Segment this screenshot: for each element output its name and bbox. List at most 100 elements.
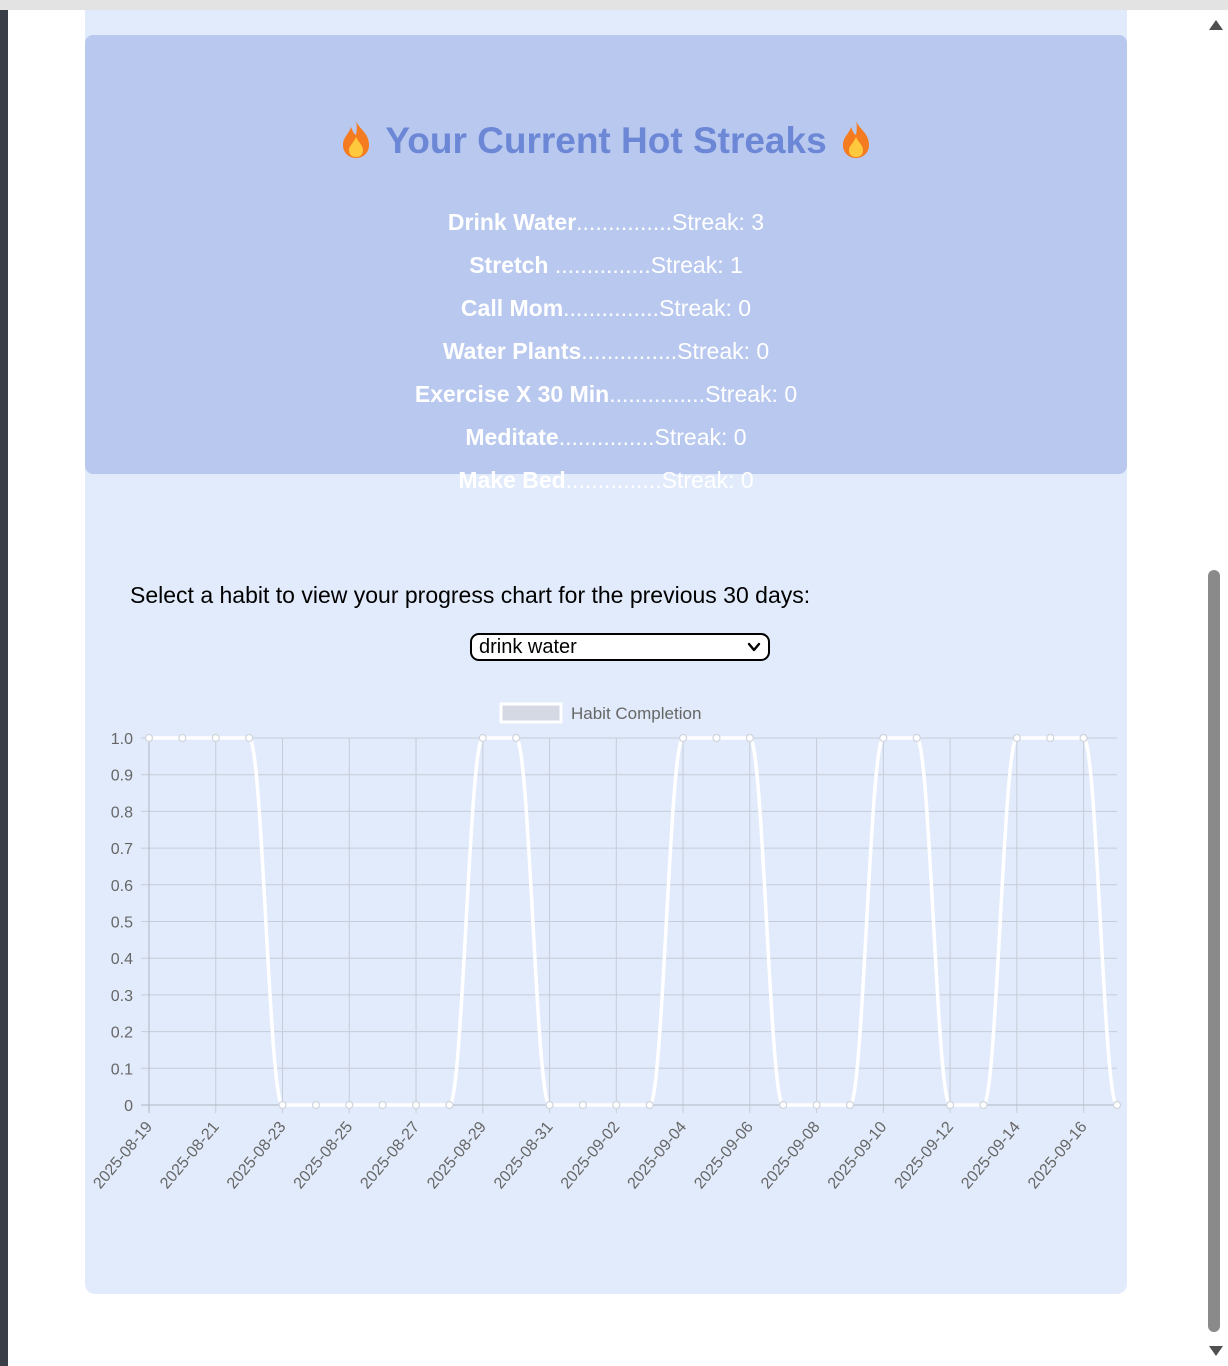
data-point — [478, 733, 487, 743]
y-tick-label: 0.2 — [111, 1025, 133, 1042]
streak-list: Drink Water...............Streak: 3 Stre… — [85, 205, 1127, 506]
data-point — [1046, 733, 1055, 743]
streak-row: Call Mom...............Streak: 0 — [85, 291, 1127, 334]
x-tick-label: 2025-08-23 — [224, 1119, 290, 1193]
y-tick-label: 0.4 — [111, 951, 133, 968]
x-tick-label: 2025-09-16 — [1025, 1119, 1091, 1193]
fire-icon — [842, 121, 869, 158]
dot-leader: ............... — [609, 381, 706, 407]
habit-select-value: drink water — [479, 636, 577, 658]
streak-row: Drink Water...............Streak: 3 — [85, 205, 1127, 248]
legend-label: Habit Completion — [571, 704, 701, 723]
data-point — [445, 1100, 454, 1110]
habit-name: Water Plants — [442, 338, 582, 364]
legend-swatch — [499, 702, 563, 724]
y-tick-label: 0.6 — [111, 878, 133, 895]
data-point — [211, 733, 220, 743]
data-point — [1079, 733, 1088, 743]
habit-name: Exercise X 30 Min — [414, 381, 610, 407]
data-point — [946, 1100, 955, 1110]
streak-row: Stretch ...............Streak: 1 — [85, 248, 1127, 291]
streak-row: Water Plants...............Streak: 0 — [85, 334, 1127, 377]
streak-count: Streak: 3 — [672, 209, 765, 235]
scroll-down-arrow-icon[interactable] — [1209, 1346, 1223, 1356]
data-point — [979, 1100, 988, 1110]
background-window-edge — [0, 10, 8, 1366]
data-point — [712, 733, 721, 743]
fire-icon — [343, 121, 370, 158]
dot-leader: ............... — [563, 295, 660, 321]
y-tick-label: 0.7 — [111, 841, 133, 858]
hot-streaks-title: Your Current Hot Streaks — [385, 120, 827, 161]
x-tick-label: 2025-09-12 — [892, 1119, 958, 1193]
data-point — [779, 1100, 788, 1110]
data-point — [311, 1100, 320, 1110]
dot-leader: ............... — [554, 252, 651, 278]
streak-row: Exercise X 30 Min...............Streak: … — [85, 377, 1127, 420]
data-point — [144, 733, 154, 743]
streak-count: Streak: 0 — [705, 381, 798, 407]
scrollbar-thumb[interactable] — [1208, 570, 1220, 1332]
x-tick-label: 2025-09-04 — [625, 1119, 691, 1193]
y-tick-label: 0.3 — [111, 988, 133, 1005]
habit-name: Drink Water — [447, 209, 577, 235]
habit-name: Make Bed — [458, 467, 566, 493]
hot-streaks-heading: Your Current Hot Streaks — [85, 117, 1127, 165]
dot-leader: ............... — [581, 338, 678, 364]
x-tick-label: 2025-09-10 — [825, 1119, 891, 1193]
data-point — [745, 733, 754, 743]
dot-leader: ............... — [576, 209, 673, 235]
x-tick-label: 2025-09-06 — [691, 1119, 757, 1193]
browser-top-edge — [0, 0, 1228, 10]
y-tick-label: 0.8 — [111, 804, 133, 821]
x-tick-label: 2025-08-19 — [90, 1119, 156, 1193]
streak-count: Streak: 0 — [654, 424, 747, 450]
data-point — [678, 733, 688, 743]
y-tick-label: 1.0 — [111, 731, 133, 748]
x-tick-label: 2025-08-21 — [157, 1119, 223, 1193]
data-point — [245, 733, 254, 743]
x-tick-label: 2025-09-14 — [958, 1119, 1024, 1193]
x-tick-label: 2025-09-08 — [758, 1119, 824, 1193]
y-tick-label: 0.1 — [111, 1061, 133, 1078]
habit-completion-chart: 1.0 0.9 0.8 0.7 0.6 0.5 0.4 0.3 0.2 0.1 0 2025-08-1… — [90, 702, 1122, 1193]
y-tick-label: 0.9 — [111, 768, 133, 785]
streak-row: Meditate...............Streak: 0 — [85, 420, 1127, 463]
scroll-up-arrow-icon[interactable] — [1209, 20, 1223, 30]
streak-count: Streak: 0 — [661, 467, 754, 493]
streak-count: Streak: 1 — [650, 252, 743, 278]
streak-row: Make Bed...............Streak: 0 — [85, 463, 1127, 506]
data-point — [411, 1100, 421, 1110]
chevron-down-icon — [747, 642, 761, 652]
habit-name: Stretch — [469, 252, 555, 278]
data-point — [812, 1100, 821, 1110]
data-point — [912, 733, 921, 743]
data-point — [512, 733, 521, 743]
y-tick-label: 0.5 — [111, 915, 133, 932]
data-point — [845, 1100, 855, 1110]
data-point — [345, 1100, 354, 1110]
habit-name: Call Mom — [460, 295, 564, 321]
data-point — [1012, 733, 1021, 743]
x-tick-label: 2025-08-25 — [291, 1119, 357, 1193]
x-tick-label: 2025-08-27 — [357, 1119, 423, 1193]
x-tick-label: 2025-09-02 — [558, 1119, 624, 1193]
dot-leader: ............... — [565, 467, 662, 493]
x-tick-label: 2025-08-29 — [424, 1119, 490, 1193]
data-point — [278, 1100, 287, 1110]
x-tick-label: 2025-08-31 — [491, 1119, 557, 1193]
habit-select[interactable]: drink water — [470, 633, 770, 661]
streak-count: Streak: 0 — [659, 295, 752, 321]
data-point — [612, 1100, 621, 1110]
vertical-scrollbar[interactable] — [1204, 10, 1228, 1366]
data-point — [1112, 1100, 1122, 1110]
data-point — [178, 733, 187, 743]
streak-count: Streak: 0 — [677, 338, 770, 364]
data-point — [378, 1100, 387, 1110]
data-point — [578, 1100, 588, 1110]
y-tick-label: 0 — [124, 1098, 133, 1115]
dot-leader: ............... — [558, 424, 655, 450]
habit-name: Meditate — [465, 424, 559, 450]
data-point — [545, 1100, 554, 1110]
data-point — [645, 1100, 654, 1110]
